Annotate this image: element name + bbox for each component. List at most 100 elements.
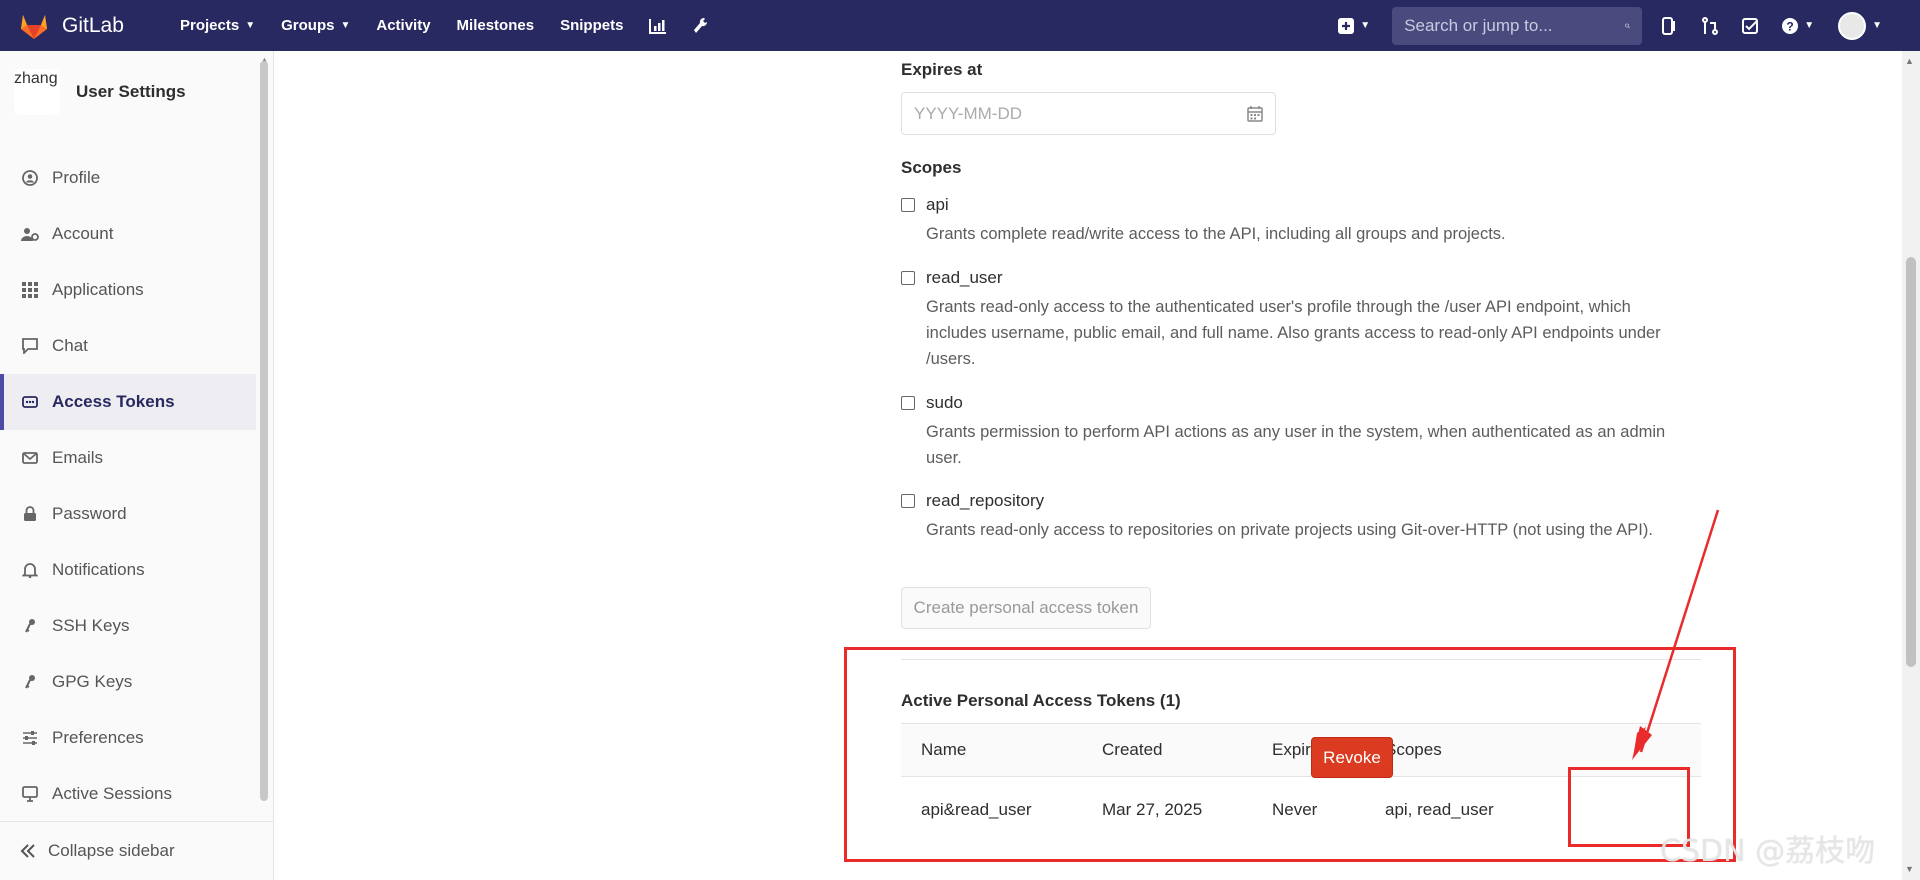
calendar-icon [1247, 106, 1263, 122]
bell-icon [20, 560, 40, 580]
brand[interactable]: GitLab [18, 10, 158, 42]
scope-name: api [926, 195, 949, 214]
scope-name: read_user [926, 268, 1003, 287]
sidebar-item-label: GPG Keys [52, 672, 133, 691]
sidebar-item-label: Applications [52, 280, 144, 299]
sidebar-item-label: Password [52, 504, 127, 523]
user-menu[interactable]: ▼ [1838, 11, 1882, 40]
chevron-down-icon: ▼ [1872, 20, 1882, 31]
token-icon [20, 392, 40, 412]
email-icon [20, 448, 40, 468]
sidebar-item-profile[interactable]: Profile [0, 150, 256, 206]
avatar: zhang [14, 69, 60, 115]
sidebar-item-label: SSH Keys [52, 616, 130, 635]
sidebar-item-account[interactable]: Account [0, 206, 256, 262]
scope-name: read_repository [926, 491, 1045, 510]
merge-request-icon[interactable] [1702, 16, 1719, 35]
sidebar-item-label: Active Sessions [52, 784, 172, 803]
sidebar-title: User Settings [76, 82, 186, 101]
sidebar-item-label: Preferences [52, 728, 144, 747]
help-question-icon: ? [1782, 17, 1799, 34]
sidebar-item-label: Emails [52, 448, 104, 467]
sidebar-header[interactable]: zhang User Settings [14, 69, 186, 115]
new-item-dropdown[interactable]: ▼ [1338, 17, 1371, 34]
sidebar-item-label: Account [52, 224, 114, 243]
analytics-chart-icon[interactable] [649, 18, 667, 34]
sidebar-item-label: Notifications [52, 560, 145, 579]
chevron-down-icon: ▼ [340, 20, 351, 31]
scope-read-repository: read_repository Grants read-only access … [901, 491, 1701, 561]
search-input[interactable] [1404, 15, 1626, 36]
nav-groups[interactable]: Groups ▼ [281, 17, 350, 34]
sidebar-item-chat[interactable]: Chat [0, 318, 256, 374]
nav-activity[interactable]: Activity [376, 17, 430, 34]
double-chevron-left-icon [20, 844, 36, 858]
expires-input[interactable] [914, 103, 1247, 124]
scopes-label: Scopes [901, 158, 962, 177]
scroll-up-arrow-icon[interactable]: ▲ [1905, 56, 1914, 66]
nav-snippets[interactable]: Snippets [560, 17, 623, 34]
settings-sidebar: zhang User Settings Profile Account Appl… [0, 51, 274, 880]
nav-milestones[interactable]: Milestones [457, 17, 535, 34]
sidebar-item-emails[interactable]: Emails [0, 430, 256, 486]
avatar-alt-text: zhang [14, 70, 58, 87]
primary-nav: Projects ▼ Groups ▼ Activity Milestones … [180, 17, 735, 35]
scope-api: api Grants complete read/write access to… [901, 195, 1701, 251]
chat-icon [20, 336, 40, 356]
account-icon [20, 224, 40, 244]
chevron-down-icon: ▼ [1804, 20, 1815, 31]
sidebar-item-label: Access Tokens [52, 392, 175, 411]
scope-description: Grants permission to perform API actions… [926, 423, 1666, 467]
monitor-icon [20, 784, 40, 804]
issues-icon[interactable] [1662, 16, 1678, 35]
key-icon [20, 672, 40, 692]
profile-icon [20, 168, 40, 188]
scope-description: Grants complete read/write access to the… [926, 225, 1506, 243]
nav-snippets-label: Snippets [560, 17, 624, 34]
sidebar-item-preferences[interactable]: Preferences [0, 710, 256, 766]
lock-icon [20, 504, 40, 524]
expires-label: Expires at [901, 60, 983, 79]
sidebar-scrollbar[interactable] [260, 61, 268, 801]
admin-wrench-icon[interactable] [693, 17, 709, 35]
create-token-button[interactable]: Create personal access token [901, 587, 1151, 629]
sidebar-item-label: Profile [52, 168, 101, 187]
scope-read-user-checkbox[interactable] [901, 271, 915, 285]
sidebar-item-ssh-keys[interactable]: SSH Keys [0, 598, 256, 654]
sidebar-item-notifications[interactable]: Notifications [0, 542, 256, 598]
applications-icon [20, 280, 40, 300]
collapse-sidebar-label: Collapse sidebar [48, 841, 175, 860]
scope-sudo-checkbox[interactable] [901, 396, 915, 410]
plus-square-icon [1338, 17, 1355, 34]
sidebar-item-access-tokens[interactable]: Access Tokens [0, 374, 256, 430]
help-dropdown[interactable]: ? ▼ [1782, 17, 1815, 34]
expires-date-field[interactable] [901, 92, 1276, 135]
collapse-sidebar-button[interactable]: Collapse sidebar [0, 821, 274, 880]
scroll-down-arrow-icon[interactable]: ▼ [1905, 864, 1914, 874]
scope-sudo: sudo Grants permission to perform API ac… [901, 393, 1701, 467]
avatar [1838, 11, 1867, 40]
watermark: CSDN @荔枝吻 [1660, 834, 1876, 869]
sidebar-item-password[interactable]: Password [0, 486, 256, 542]
search-icon [1625, 23, 1631, 28]
scope-name: sudo [926, 393, 963, 412]
key-icon [20, 616, 40, 636]
search-box[interactable] [1392, 6, 1643, 45]
gitlab-logo-icon [21, 14, 47, 39]
chevron-down-icon: ▼ [245, 20, 256, 31]
brand-title: GitLab [62, 13, 124, 37]
page-scrollbar-thumb[interactable] [1906, 257, 1916, 667]
sidebar-item-active-sessions[interactable]: Active Sessions [0, 766, 256, 822]
scope-description: Grants read-only access to the authentic… [926, 298, 1661, 368]
scope-read-repository-checkbox[interactable] [901, 494, 915, 508]
scope-api-checkbox[interactable] [901, 198, 915, 212]
chevron-down-icon: ▼ [1360, 20, 1371, 31]
sidebar-item-applications[interactable]: Applications [0, 262, 256, 318]
scope-read-user: read_user Grants read-only access to the… [901, 268, 1701, 368]
nav-groups-label: Groups [281, 17, 335, 34]
nav-activity-label: Activity [376, 17, 431, 34]
top-navbar: GitLab Projects ▼ Groups ▼ Activity Mile… [0, 0, 1920, 51]
sidebar-item-gpg-keys[interactable]: GPG Keys [0, 654, 256, 710]
todo-check-icon[interactable] [1742, 17, 1759, 34]
nav-projects[interactable]: Projects ▼ [180, 17, 255, 34]
